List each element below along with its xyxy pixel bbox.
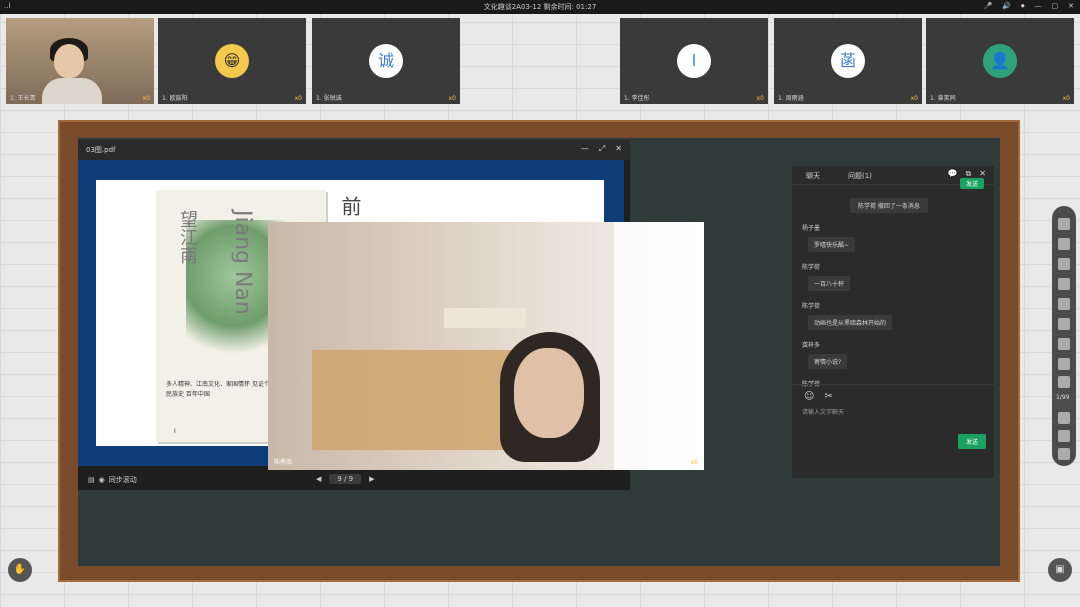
trophy-count: x0 [756,95,764,102]
eraser-icon[interactable] [1058,278,1070,290]
close-icon[interactable]: ✕ [615,144,622,154]
close-icon[interactable]: ✕ [1068,2,1074,11]
chat-panel[interactable]: 聊天 问题(1) 💬 ⧉ ✕ 发送 陈学荷 撤回了一条消息 杨子墨 罗嘻快乐酷~… [792,166,994,478]
participant-name: 1. 周雨涵 [778,95,804,102]
message-bubble: 动画也是从黑暗森林开始的 [808,315,893,330]
scissors-icon[interactable]: ✂ [824,391,832,402]
toolbox-icon[interactable] [1058,376,1070,388]
window-controls: 🎤 🔊 ⏺ — ▢ ✕ [984,2,1074,11]
system-message: 陈学荷 撤回了一条消息 [850,198,928,213]
prev-page-icon[interactable]: ◀ [316,475,321,483]
fullscreen-icon[interactable]: ⤢ [599,144,605,154]
trophy-count: x0 [142,95,150,102]
toolbar-page-indicator: 1/99 [1056,394,1070,401]
text-icon[interactable] [1058,298,1070,310]
avatar: 菡 [831,44,865,78]
book-title-cn: 望江南 [177,210,198,264]
send-button[interactable]: 发送 [957,434,986,449]
trophy-count: x0 [448,95,456,102]
pen-icon[interactable] [1058,258,1070,270]
user-group-icon[interactable] [1058,448,1070,460]
video-tile[interactable]: l 1. 李佳彤 x0 [620,18,768,104]
message-sender: 龚梓多 [802,342,821,349]
chat-input-area: ☺ ✂ 请输入文字聊天 发送 [792,384,994,455]
student-video[interactable]: 陈秀南 x0 [268,222,704,470]
trophy-count: x0 [690,459,698,466]
student-name: 陈秀南 [274,459,293,466]
participant-name: 1. 王长青 [10,95,36,102]
participant-name: 1. 李佳彤 [624,95,650,102]
session-title: 文化趣谈2A03-12 剩余时间: 01:27 [483,3,597,11]
book-title-en: Jiang Nan [230,210,255,315]
shape-icon[interactable] [1058,338,1070,350]
student-face [514,348,584,438]
participant-name: 1. 张锐诚 [316,95,342,102]
message-bubble: 寄情小说? [808,354,848,369]
chat-messages: 陈学荷 撤回了一条消息 杨子墨 罗嘻快乐酷~ 陈学荷 一百八十杯 陈学荷 动画也… [798,188,988,388]
air-conditioner [444,308,526,328]
chat-tools: ☺ ✂ [804,391,833,402]
comment-icon[interactable]: 💬 [948,169,958,179]
teacher-body [42,78,102,104]
sidebar-icon[interactable]: ▤ [88,476,95,484]
message-bubble: 罗嘻快乐酷~ [808,237,856,252]
chat-input[interactable]: 请输入文字聊天 [802,407,844,416]
cursor-icon[interactable] [1058,218,1070,230]
publisher-mark: Ⅰ [174,428,176,435]
room-window [614,222,704,470]
minimize-icon[interactable]: — [1035,2,1042,11]
mic-icon[interactable]: 🎤 [984,2,993,11]
pdf-pager: ◀ 9 / 9 ▶ [316,474,375,484]
minimize-icon[interactable]: — [581,144,589,154]
tab-questions[interactable]: 问题(1) [848,171,872,181]
recording-icon[interactable]: ▣ [1048,558,1072,582]
pdf-title: 03图.pdf [86,146,116,154]
message-sender: 陈学荷 [802,264,821,271]
right-toolbar: 1/99 [1052,206,1076,466]
next-page-icon[interactable]: ▶ [369,475,374,483]
video-tile[interactable]: 😁 1. 欧宸阳 x0 [158,18,306,104]
page-indicator: 9 / 9 [329,474,362,484]
select-icon[interactable] [1058,238,1070,250]
emoji-avatar: 😁 [215,44,249,78]
toggle-icon[interactable]: ◉ [99,476,105,484]
maximize-icon[interactable]: ▢ [1052,2,1059,11]
message-sender: 杨子墨 [802,225,821,232]
hand-raise-icon[interactable]: ✋ [8,558,32,582]
top-bar: ..l 文化趣谈2A03-12 剩余时间: 01:27 🎤 🔊 ⏺ — ▢ ✕ [0,0,1080,14]
record-icon[interactable]: ⏺ [1021,2,1025,11]
emoji-icon[interactable]: ☺ [804,391,814,402]
video-tile[interactable]: 诚 1. 张锐诚 x0 [312,18,460,104]
slide-side-text: 前 [338,196,362,216]
scissors-icon[interactable] [1058,318,1070,330]
sync-label: 同步滚动 [108,476,137,484]
avatar: 诚 [369,44,403,78]
video-tile[interactable]: 👤 1. 曾笑同 x0 [926,18,1074,104]
trophy-count: x0 [294,95,302,102]
teacher-face [54,44,84,78]
video-tile-teacher[interactable]: 1. 王长青 x0 [6,18,154,104]
bunk-bed [312,350,532,450]
pdf-window-header: 03图.pdf — ⤢ ✕ [78,140,630,160]
document-icon[interactable] [1058,412,1070,424]
pdf-window-controls: — ⤢ ✕ [581,144,622,154]
pdf-footer: ▤ ◉ 同步滚动 ◀ 9 / 9 ▶ [78,470,630,490]
video-tile[interactable]: 菡 1. 周雨涵 x0 [774,18,922,104]
avatar: l [677,44,711,78]
sync-scroll-toggle[interactable]: ▤ ◉ 同步滚动 [88,475,137,485]
cloud-icon[interactable] [1058,358,1070,370]
participant-name: 1. 曾笑同 [930,95,956,102]
message-sender: 陈学荷 [802,303,821,310]
message-bubble: 一百八十杯 [808,276,851,291]
tab-chat[interactable]: 聊天 [806,171,820,181]
trophy-count: x0 [910,95,918,102]
trophy-count: x0 [1062,95,1070,102]
participant-name: 1. 欧宸阳 [162,95,188,102]
user-icon: 👤 [983,44,1017,78]
speaker-icon[interactable]: 🔊 [1002,2,1011,11]
chat-icon[interactable] [1058,430,1070,442]
